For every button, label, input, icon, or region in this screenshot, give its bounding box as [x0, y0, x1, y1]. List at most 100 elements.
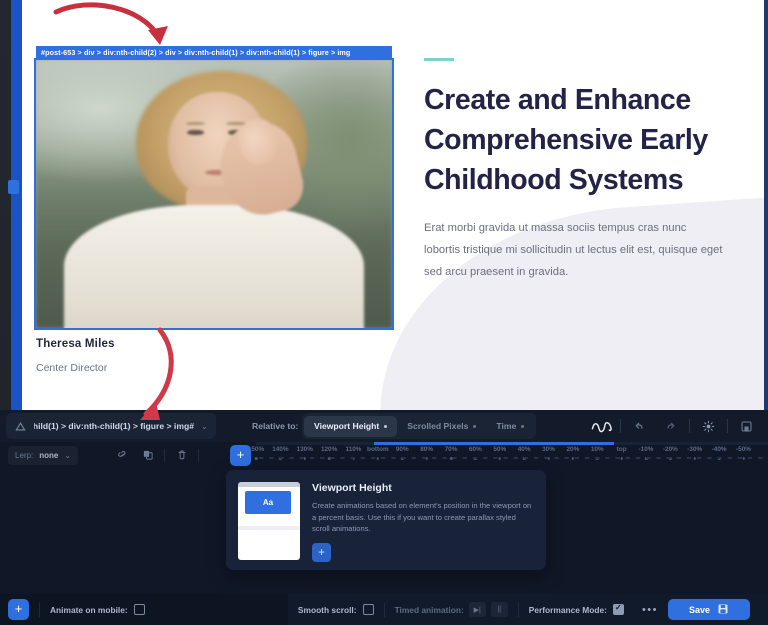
lerp-dropdown[interactable]: Lerp: none ⌄ — [8, 445, 79, 465]
chevron-down-icon[interactable]: ⌄ — [201, 422, 208, 431]
viewport-height-info-card[interactable]: Aa Viewport Height Create animations bas… — [226, 470, 546, 570]
play-button[interactable]: ▶| — [468, 602, 486, 617]
rail-drag-handle[interactable] — [8, 180, 19, 194]
animate-on-mobile-label: Animate on mobile: — [50, 604, 128, 615]
timeline-tick-label: -50% — [736, 446, 751, 453]
save-button[interactable]: Save — [668, 599, 750, 620]
smooth-scroll-checkbox[interactable] — [362, 604, 374, 615]
timeline-tick-label: bottom — [367, 446, 389, 453]
timeline-tick-label: 70% — [444, 446, 458, 453]
animate-on-mobile-group[interactable]: Animate on mobile: — [50, 604, 145, 615]
card-thumb-divider — [238, 526, 300, 530]
timeline-tick-label: 20% — [566, 446, 580, 453]
timeline-tool-icons — [110, 444, 203, 466]
delete-icon[interactable] — [169, 444, 194, 466]
card-thumbnail: Aa — [238, 482, 300, 560]
pause-button[interactable]: || — [490, 602, 508, 617]
rail-accent-bar — [11, 0, 22, 410]
smooth-scroll-label: Smooth scroll: — [297, 604, 357, 615]
tab-viewport-height-label: Viewport Height — [314, 421, 380, 431]
timeline-progress-track[interactable] — [256, 442, 768, 445]
card-body: Viewport Height Create animations based … — [312, 482, 534, 562]
timeline-tick-label: 40% — [517, 446, 531, 453]
selected-figure-wrapper[interactable]: #post-653 > div > div:nth-child(2) > div… — [34, 46, 394, 330]
timeline-tick-label: -40% — [711, 446, 727, 453]
animate-on-mobile-checkbox[interactable] — [133, 604, 145, 615]
toolbar-divider — [620, 419, 621, 433]
bottom-right-controls: Smooth scroll: Timed animation: ▶| || Pe… — [287, 594, 768, 625]
timeline-tick-label: top — [616, 446, 627, 453]
toolbar-actions — [586, 413, 762, 439]
more-options-button[interactable]: ••• — [642, 604, 658, 616]
bottom-divider — [517, 602, 519, 617]
tab-dot-icon — [473, 424, 477, 428]
tab-time[interactable]: Time — [486, 416, 534, 437]
save-disk-icon — [717, 603, 729, 617]
card-description: Create animations based on element's pos… — [312, 501, 532, 533]
copy-icon[interactable] — [135, 444, 160, 466]
website-preview-canvas[interactable]: #post-653 > div > div:nth-child(2) > div… — [22, 0, 768, 410]
tab-scrolled-pixels[interactable]: Scrolled Pixels — [397, 416, 486, 437]
timed-animation-label: Timed animation: — [394, 604, 464, 615]
timeline-divider — [198, 448, 200, 462]
performance-mode-label: Performance Mode: — [528, 604, 607, 615]
timeline-tick-label: 110% — [345, 446, 362, 453]
left-editor-rail — [0, 0, 22, 410]
tab-time-label: Time — [496, 421, 517, 431]
caption-name: Theresa Miles — [36, 338, 115, 350]
timeline-tick-label: 50% — [493, 446, 507, 453]
element-selector-dropdown[interactable]: #post-653 > div > div:nth-child(2) > div… — [6, 413, 216, 439]
bottom-divider — [383, 602, 385, 617]
link-icon[interactable] — [110, 444, 135, 466]
editor-screen: #post-653 > div > div:nth-child(2) > div… — [0, 0, 768, 625]
timeline-progress-fill — [373, 442, 615, 445]
timeline-divider — [164, 448, 166, 462]
canvas-right-edge — [764, 0, 768, 410]
timeline-left-controls: Lerp: none ⌄ + — [0, 442, 256, 468]
toolbar-divider — [727, 419, 728, 433]
timeline-tick-label: -20% — [662, 446, 678, 453]
tab-dot-icon — [521, 424, 525, 428]
timeline-tick-label: -10% — [638, 446, 654, 453]
bottom-bar: + Animate on mobile: Smooth scroll: Time… — [0, 594, 768, 625]
target-icon — [14, 420, 27, 433]
tab-viewport-height[interactable]: Viewport Height — [304, 415, 398, 437]
timeline-ruler[interactable]: 150% 140% 130% 120% 110% bottom 90% 80% 70% 60% 50… — [248, 442, 768, 468]
redo-icon[interactable] — [655, 413, 686, 439]
motion-wave-logo-icon — [586, 413, 617, 439]
timeline-tick-label: 80% — [420, 446, 434, 453]
timeline-tick-label: 10% — [590, 446, 604, 453]
bottom-add-button[interactable]: + — [8, 599, 29, 620]
timeline-tick-label: -30% — [687, 446, 703, 453]
timeline-tick-label: 150% — [247, 446, 265, 453]
accent-rule — [424, 58, 454, 61]
portrait-image[interactable] — [34, 58, 394, 330]
save-button-label: Save — [688, 604, 711, 615]
tab-scrolled-pixels-label: Scrolled Pixels — [407, 421, 469, 431]
timeline-tick-label: 140% — [272, 446, 289, 453]
sun-settings-icon[interactable] — [693, 413, 724, 439]
hero-paragraph: Erat morbi gravida ut massa sociis tempu… — [424, 222, 723, 278]
chevron-down-icon[interactable]: ⌄ — [64, 451, 71, 460]
card-title: Viewport Height — [312, 482, 392, 494]
timeline-tick-label: 60% — [468, 446, 482, 453]
save-disk-icon[interactable] — [731, 413, 762, 439]
card-add-button[interactable]: + — [312, 542, 331, 562]
performance-mode-checkbox[interactable] — [612, 603, 624, 615]
hero-text-column: Create and Enhance Comprehensive Early C… — [424, 58, 724, 283]
timeline-tick-label: 120% — [320, 446, 338, 453]
undo-icon[interactable] — [624, 413, 655, 439]
timeline-minor-ticks — [256, 457, 768, 459]
lerp-label: Lerp: — [15, 450, 34, 460]
lerp-value: none — [39, 450, 59, 460]
photo-blur-overlay — [36, 60, 392, 328]
relative-to-label: Relative to: — [252, 421, 299, 431]
mode-tabs: Viewport Height Scrolled Pixels Time — [302, 413, 537, 439]
selector-toolbar: #post-653 > div > div:nth-child(2) > div… — [0, 410, 768, 442]
timeline-tick-label: 130% — [296, 446, 313, 453]
selector-path-text: #post-653 > div > div:nth-child(2) > div… — [34, 421, 194, 431]
timeline-tick-label: 90% — [395, 446, 409, 453]
figure-caption: Theresa Miles Center Director — [36, 338, 115, 374]
bottom-divider — [39, 602, 40, 617]
caption-role: Center Director — [36, 362, 108, 374]
